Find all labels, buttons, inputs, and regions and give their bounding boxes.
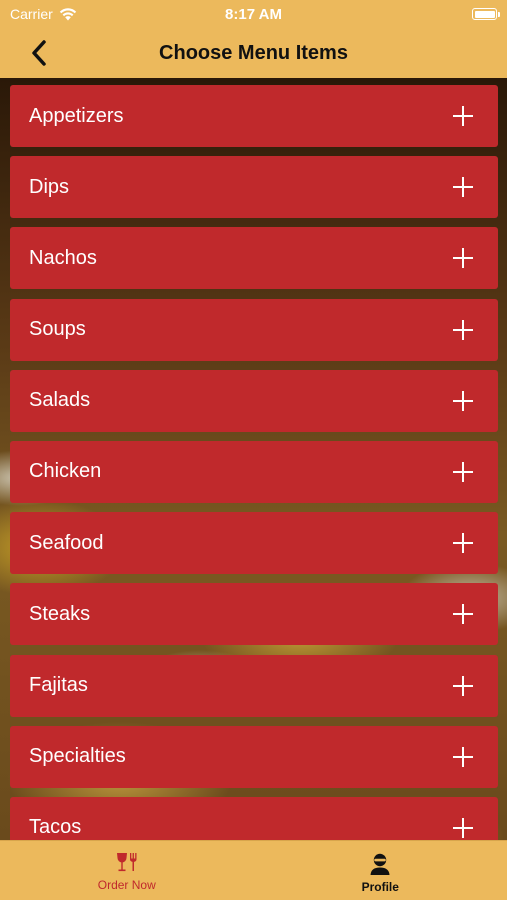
battery-level xyxy=(474,10,495,18)
plus-icon[interactable] xyxy=(452,247,474,269)
plus-icon[interactable] xyxy=(452,675,474,697)
wifi-icon xyxy=(59,7,76,20)
status-left: Carrier xyxy=(10,6,77,22)
menu-item-chicken[interactable]: Chicken xyxy=(10,440,498,503)
tab-order-now[interactable]: Order Now xyxy=(0,841,254,900)
menu-item-steaks[interactable]: Steaks xyxy=(10,583,498,646)
menu-item-label: Specialties xyxy=(29,745,126,768)
plus-icon[interactable] xyxy=(452,746,474,768)
menu-item-label: Soups xyxy=(29,318,86,341)
tab-profile-label: Profile xyxy=(361,880,399,894)
menu-item-label: Nachos xyxy=(29,246,97,269)
menu-item-label: Dips xyxy=(29,175,70,198)
tab-profile[interactable]: Profile xyxy=(254,841,507,900)
plus-icon[interactable] xyxy=(452,817,474,839)
menu-item-label: Fajitas xyxy=(29,674,88,696)
menu-category-list: Appetizers Dips Nachos Soups Salads Chic… xyxy=(10,85,498,868)
profile-icon xyxy=(370,853,390,875)
app-screen: Carrier 8:17 AM Choose Menu Items Appeti… xyxy=(0,0,507,900)
carrier-label: Carrier xyxy=(10,6,53,22)
menu-item-specialties[interactable]: Specialties xyxy=(10,725,498,788)
menu-item-label: Seafood xyxy=(29,531,104,554)
menu-item-salads[interactable]: Salads xyxy=(10,369,498,432)
battery-icon xyxy=(472,8,500,20)
plus-icon[interactable] xyxy=(452,176,474,198)
menu-item-nachos[interactable]: Nachos xyxy=(10,227,498,290)
menu-item-dips[interactable]: Dips xyxy=(10,156,498,219)
wine-fork-icon xyxy=(116,853,137,872)
plus-icon[interactable] xyxy=(452,603,474,625)
menu-item-label: Tacos xyxy=(29,816,82,839)
back-button[interactable] xyxy=(22,36,56,70)
tab-order-now-label: Order Now xyxy=(97,878,156,892)
menu-item-soups[interactable]: Soups xyxy=(10,298,498,361)
menu-item-fajitas[interactable]: Fajitas xyxy=(10,654,498,717)
menu-item-label: Steaks xyxy=(29,602,91,625)
menu-item-label: Salads xyxy=(29,389,91,412)
plus-icon[interactable] xyxy=(452,532,474,554)
chevron-left-icon xyxy=(32,40,46,66)
page-title: Choose Menu Items xyxy=(159,41,348,64)
status-bar: Carrier 8:17 AM xyxy=(0,0,507,28)
plus-icon[interactable] xyxy=(452,390,474,412)
menu-item-label: Appetizers xyxy=(29,104,124,127)
plus-icon[interactable] xyxy=(452,461,474,483)
tab-bar: Order Now Profile xyxy=(0,840,507,900)
plus-icon[interactable] xyxy=(452,105,474,127)
nav-bar: Choose Menu Items xyxy=(0,28,507,78)
menu-item-seafood[interactable]: Seafood xyxy=(10,512,498,575)
menu-item-label: Chicken xyxy=(29,460,102,483)
plus-icon[interactable] xyxy=(452,319,474,341)
menu-item-appetizers[interactable]: Appetizers xyxy=(10,85,498,147)
